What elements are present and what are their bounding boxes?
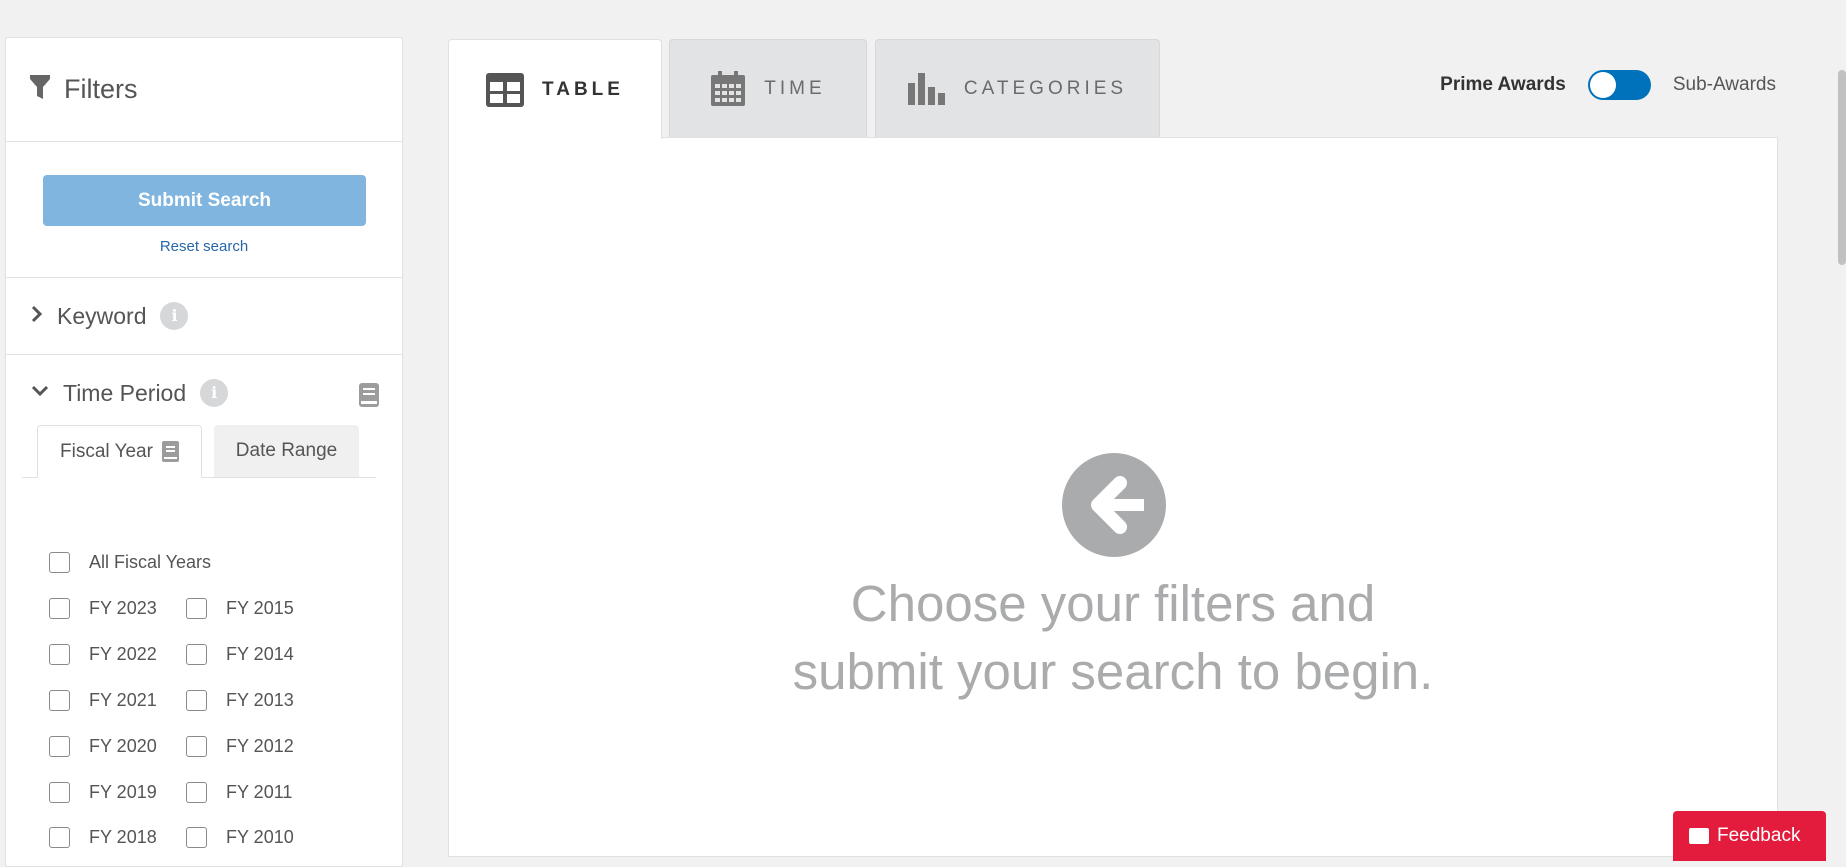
bar-chart-icon (907, 72, 946, 105)
fiscal-year-option[interactable]: FY 2010 (186, 827, 294, 848)
checkbox[interactable] (186, 782, 207, 803)
glossary-book-icon[interactable] (161, 441, 179, 462)
feedback-label: Feedback (1717, 825, 1801, 846)
feedback-button[interactable]: Feedback (1673, 811, 1826, 861)
empty-state-line: submit your search to begin. (792, 643, 1434, 700)
fiscal-year-option[interactable]: FY 2013 (186, 690, 294, 711)
tab-fiscal-year[interactable]: Fiscal Year (37, 425, 202, 478)
filters-header: Filters (6, 38, 402, 142)
checkbox-label: FY 2013 (226, 690, 294, 710)
page-scrollbar[interactable] (1838, 70, 1846, 265)
info-icon[interactable]: i (160, 302, 189, 330)
checkbox[interactable] (49, 598, 70, 619)
sub-awards-label[interactable]: Sub-Awards (1673, 74, 1776, 96)
toggle-knob (1589, 72, 1616, 98)
fiscal-year-label: Fiscal Year (60, 440, 153, 462)
checkbox-label: FY 2014 (226, 644, 294, 664)
checkbox[interactable] (49, 644, 70, 665)
checkbox[interactable] (49, 552, 70, 573)
submit-section: Submit Search Reset search (6, 142, 402, 278)
tab-label: TABLE (542, 78, 624, 100)
fiscal-year-option[interactable]: FY 2011 (186, 782, 292, 803)
keyword-label: Keyword (57, 302, 147, 329)
info-icon[interactable]: i (200, 379, 229, 407)
checkbox-label: FY 2019 (89, 782, 157, 802)
checkbox[interactable] (186, 690, 207, 711)
checkbox[interactable] (186, 644, 207, 665)
checkbox[interactable] (49, 690, 70, 711)
table-icon (486, 72, 525, 107)
all-fiscal-years-option[interactable]: All Fiscal Years (49, 552, 211, 573)
award-type-toggle: Prime Awards Sub-Awards (1440, 70, 1776, 100)
chevron-right-icon (31, 305, 43, 328)
checkbox-label: All Fiscal Years (89, 552, 212, 572)
checkbox-label: FY 2015 (226, 598, 294, 618)
checkbox[interactable] (186, 736, 207, 757)
award-toggle-switch[interactable] (1587, 70, 1651, 100)
checkbox-label: FY 2011 (226, 782, 293, 802)
filters-title: Filters (64, 74, 138, 104)
fiscal-year-option[interactable]: FY 2022 (49, 644, 157, 665)
fiscal-year-option[interactable]: FY 2018 (49, 827, 157, 848)
time-period-label: Time Period (63, 379, 187, 406)
fiscal-year-option[interactable]: FY 2015 (186, 598, 294, 619)
fiscal-year-option[interactable]: FY 2023 (49, 598, 157, 619)
keyword-filter[interactable]: Keyword i (6, 278, 402, 355)
prime-awards-label[interactable]: Prime Awards (1440, 74, 1566, 96)
time-period-filter[interactable]: Time Period i (6, 355, 402, 431)
checkbox-label: FY 2018 (89, 827, 157, 847)
chevron-down-icon (31, 384, 49, 402)
checkbox-label: FY 2021 (89, 690, 157, 710)
fiscal-year-option[interactable]: FY 2019 (49, 782, 157, 803)
checkbox[interactable] (186, 598, 207, 619)
comment-icon (1689, 828, 1709, 844)
tab-label: TIME (764, 77, 826, 99)
checkbox[interactable] (49, 782, 70, 803)
checkbox-label: FY 2010 (226, 827, 294, 847)
checkbox[interactable] (186, 827, 207, 848)
checkbox-label: FY 2020 (89, 736, 157, 756)
reset-search-link[interactable]: Reset search (6, 238, 402, 255)
checkbox[interactable] (49, 736, 70, 757)
fiscal-year-option[interactable]: FY 2021 (49, 690, 157, 711)
submit-search-button[interactable]: Submit Search (43, 175, 366, 226)
tab-table[interactable]: TABLE (448, 39, 662, 139)
tab-label: CATEGORIES (963, 77, 1128, 99)
checkbox-label: FY 2023 (89, 598, 157, 618)
fiscal-year-option[interactable]: FY 2012 (186, 736, 294, 757)
checkbox-label: FY 2022 (89, 644, 157, 664)
checkbox-label: FY 2012 (226, 736, 294, 756)
empty-state-message: Choose your filters and submit your sear… (700, 570, 1526, 706)
glossary-book-icon[interactable] (358, 382, 380, 413)
tab-categories[interactable]: CATEGORIES (875, 39, 1160, 137)
arrow-left-circle-icon (1062, 453, 1166, 557)
tab-date-range[interactable]: Date Range (214, 425, 359, 477)
tab-time[interactable]: TIME (669, 39, 867, 137)
fiscal-year-option[interactable]: FY 2020 (49, 736, 157, 757)
fiscal-year-option[interactable]: FY 2014 (186, 644, 294, 665)
time-period-subtabs: Fiscal Year Date Range (22, 425, 376, 478)
checkbox[interactable] (49, 827, 70, 848)
empty-state-line: Choose your filters and (850, 575, 1376, 632)
calendar-icon (710, 70, 746, 107)
funnel-icon (30, 75, 50, 104)
